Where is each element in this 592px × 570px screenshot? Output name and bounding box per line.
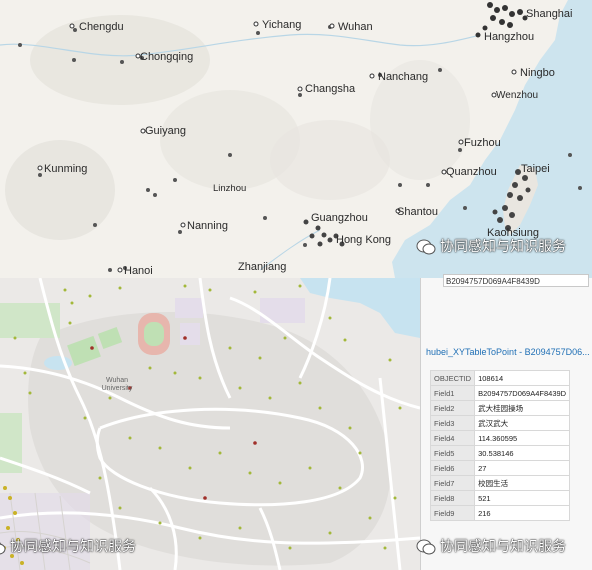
wechat-icon: [416, 539, 436, 555]
wechat-icon: [0, 542, 6, 555]
field-key: Field2: [429, 400, 476, 416]
field-value[interactable]: 114.360595: [474, 430, 571, 446]
field-key: Field7: [429, 475, 476, 491]
campus-map-canvas[interactable]: Wuhan University: [0, 278, 420, 570]
city-label: Wuhan: [338, 21, 373, 33]
city-label: Shanghai: [526, 8, 573, 20]
table-row: Field2 武大桂园操场: [429, 400, 571, 416]
city-label: Wenzhou: [496, 90, 538, 101]
field-value[interactable]: 武大桂园操场: [474, 400, 571, 416]
city-label: Yichang: [262, 19, 301, 31]
field-value[interactable]: 武汉武大: [474, 415, 571, 431]
watermark-bottom: 协同感知与知识服务: [0, 536, 136, 556]
table-row: Field5 30.538146: [429, 445, 571, 461]
city-label: Fuzhou: [464, 137, 501, 149]
city-label: Hong Kong: [336, 234, 391, 246]
watermark-panel: 协同感知与知识服务: [416, 536, 566, 556]
field-key: Field9: [429, 505, 476, 521]
field-key: Field1: [429, 385, 476, 401]
field-value[interactable]: 108614: [474, 370, 571, 386]
field-value[interactable]: 27: [474, 460, 571, 476]
city-label: Linzhou: [213, 183, 246, 194]
city-label: Nanning: [187, 220, 228, 232]
attribute-table: OBJECTID 108614 Field1 B2094757D069A4F8439…: [429, 370, 571, 521]
table-row: Field9 216: [429, 505, 571, 521]
field-value[interactable]: B2094757D069A4F8439D: [474, 385, 571, 401]
city-label: Guiyang: [145, 125, 186, 137]
table-row: Field4 114.360595: [429, 430, 571, 446]
city-label: Chengdu: [79, 21, 124, 33]
city-label: Kunming: [44, 163, 87, 175]
city-label: Hanoi: [124, 265, 153, 277]
city-label: Shantou: [397, 206, 438, 218]
city-label: Nanchang: [378, 71, 428, 83]
regional-map[interactable]: Chengdu Yichang Wuhan Shanghai Hangzhou …: [0, 0, 592, 278]
city-label: Zhanjiang: [238, 261, 286, 273]
city-label: Guangzhou: [311, 212, 368, 224]
field-key: Field8: [429, 490, 476, 506]
field-key: Field5: [429, 445, 476, 461]
field-value[interactable]: 30.538146: [474, 445, 571, 461]
field-value[interactable]: 216: [474, 505, 571, 521]
city-label: Changsha: [305, 83, 356, 95]
table-row: Field1 B2094757D069A4F8439D: [429, 385, 571, 401]
field-value[interactable]: 校园生活: [474, 475, 571, 491]
field-value[interactable]: 521: [474, 490, 571, 506]
campus-label-line1: Wuhan: [106, 377, 128, 384]
wechat-icon: [416, 239, 436, 255]
city-label: Hangzhou: [484, 31, 534, 43]
field-key: Field3: [429, 415, 476, 431]
feature-id-field[interactable]: B2094757D069A4F8439D: [443, 274, 589, 287]
panel-title: hubei_XYTableToPoint - B2094757D06...: [426, 347, 590, 357]
table-row: Field8 521: [429, 490, 571, 506]
field-key: Field6: [429, 460, 476, 476]
table-row: Field7 校园生活: [429, 475, 571, 491]
table-row: OBJECTID 108614: [429, 370, 571, 386]
city-label: Quanzhou: [446, 166, 497, 178]
campus-map[interactable]: Wuhan University 协同感知与知识服务: [0, 278, 420, 570]
city-label: Ningbo: [520, 67, 555, 79]
table-row: Field6 27: [429, 460, 571, 476]
table-row: Field3 武汉武大: [429, 415, 571, 431]
city-label: Taipei: [521, 163, 550, 175]
city-label: Chongqing: [140, 51, 193, 63]
campus-label-line2: University: [102, 385, 133, 392]
field-key: Field4: [429, 430, 476, 446]
watermark-top: 协同感知与知识服务: [416, 236, 566, 256]
field-key: OBJECTID: [429, 370, 476, 386]
